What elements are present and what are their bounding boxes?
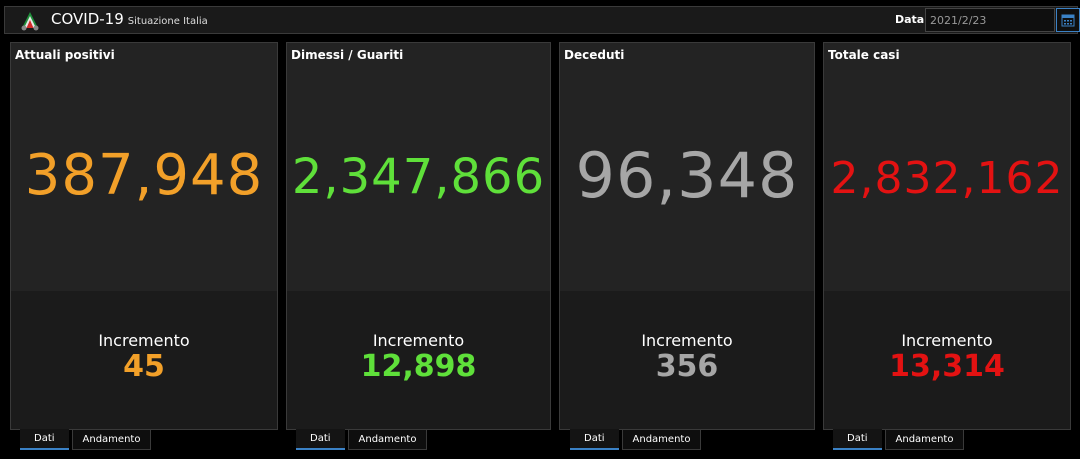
- italy-republic-logo-icon: [21, 12, 39, 31]
- increment-value: 45: [123, 349, 165, 384]
- card-dimessi-guariti: Dimessi / Guariti 2,347,866 Incremento 1…: [286, 42, 551, 430]
- increment-label: Incremento: [901, 331, 993, 350]
- calendar-button[interactable]: [1056, 8, 1080, 32]
- date-input[interactable]: [925, 8, 1055, 32]
- calendar-icon: [1061, 14, 1075, 27]
- app-subtitle: Situazione Italia: [127, 16, 208, 27]
- increment-value: 13,314: [889, 349, 1005, 384]
- card-title: Deceduti: [564, 48, 625, 62]
- increment-label: Incremento: [641, 331, 733, 350]
- card-title: Dimessi / Guariti: [291, 48, 404, 62]
- tab-dati[interactable]: Dati: [570, 429, 619, 450]
- increment-label: Incremento: [372, 331, 465, 350]
- card-value: 96,348: [575, 139, 799, 212]
- card-deceduti: Deceduti 96,348 Incremento 356: [559, 42, 815, 430]
- tab-dati[interactable]: Dati: [20, 429, 69, 450]
- app-header: COVID-19 Situazione Italia Data: [4, 6, 1080, 34]
- tab-andamento[interactable]: Andamento: [347, 429, 428, 450]
- card-attuali-positivi: Attuali positivi 387,948 Incremento 45: [10, 42, 278, 430]
- increment-value: 12,898: [360, 349, 477, 384]
- tab-andamento[interactable]: Andamento: [621, 429, 702, 450]
- card-title: Attuali positivi: [15, 48, 115, 62]
- card-value: 2,347,866: [291, 149, 546, 205]
- card-tabs-dimessi-guariti: Dati Andamento: [296, 429, 430, 451]
- card-tabs-attuali-positivi: Dati Andamento: [20, 429, 154, 451]
- card-tabs-totale-casi: Dati Andamento: [833, 429, 967, 451]
- app-title-text: COVID-19: [51, 10, 124, 28]
- tab-andamento[interactable]: Andamento: [71, 429, 152, 450]
- increment-label: Incremento: [98, 331, 190, 350]
- card-value: 2,832,162: [830, 153, 1064, 204]
- app-title: COVID-19 Situazione Italia: [51, 10, 208, 28]
- tab-dati[interactable]: Dati: [833, 429, 882, 450]
- tab-andamento[interactable]: Andamento: [884, 429, 965, 450]
- tab-dati[interactable]: Dati: [296, 429, 345, 450]
- card-value: 387,948: [24, 143, 264, 208]
- card-title: Totale casi: [828, 48, 900, 62]
- date-label: Data: [895, 13, 925, 26]
- card-totale-casi: Totale casi 2,832,162 Incremento 13,314: [823, 42, 1071, 430]
- card-tabs-deceduti: Dati Andamento: [570, 429, 704, 451]
- increment-value: 356: [655, 349, 719, 384]
